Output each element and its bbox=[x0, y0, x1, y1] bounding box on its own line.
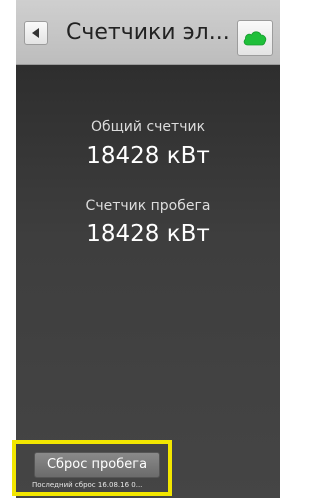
back-arrow-icon bbox=[32, 28, 39, 38]
page-title: Счетчики эл... bbox=[66, 20, 230, 45]
counters-panel: Общий счетчик 18428 кВт Счетчик пробега … bbox=[16, 65, 280, 498]
header-bar: Счетчики эл... bbox=[16, 0, 280, 65]
back-button[interactable] bbox=[24, 21, 48, 45]
trip-counter-label: Счетчик пробега bbox=[85, 198, 211, 214]
trip-counter-value: 18428 кВт bbox=[86, 221, 210, 247]
last-reset-text: Последний сброс 16.08.16 0... bbox=[32, 481, 143, 489]
reset-trip-button[interactable]: Сброс пробега bbox=[34, 452, 160, 478]
total-counter-label: Общий счетчик bbox=[90, 119, 206, 135]
cloud-icon bbox=[243, 31, 267, 46]
app-frame: Счетчики эл... Общий счетчик 18428 кВт С… bbox=[16, 0, 280, 498]
total-counter-value: 18428 кВт bbox=[86, 143, 210, 169]
cloud-sync-button[interactable] bbox=[237, 20, 273, 56]
